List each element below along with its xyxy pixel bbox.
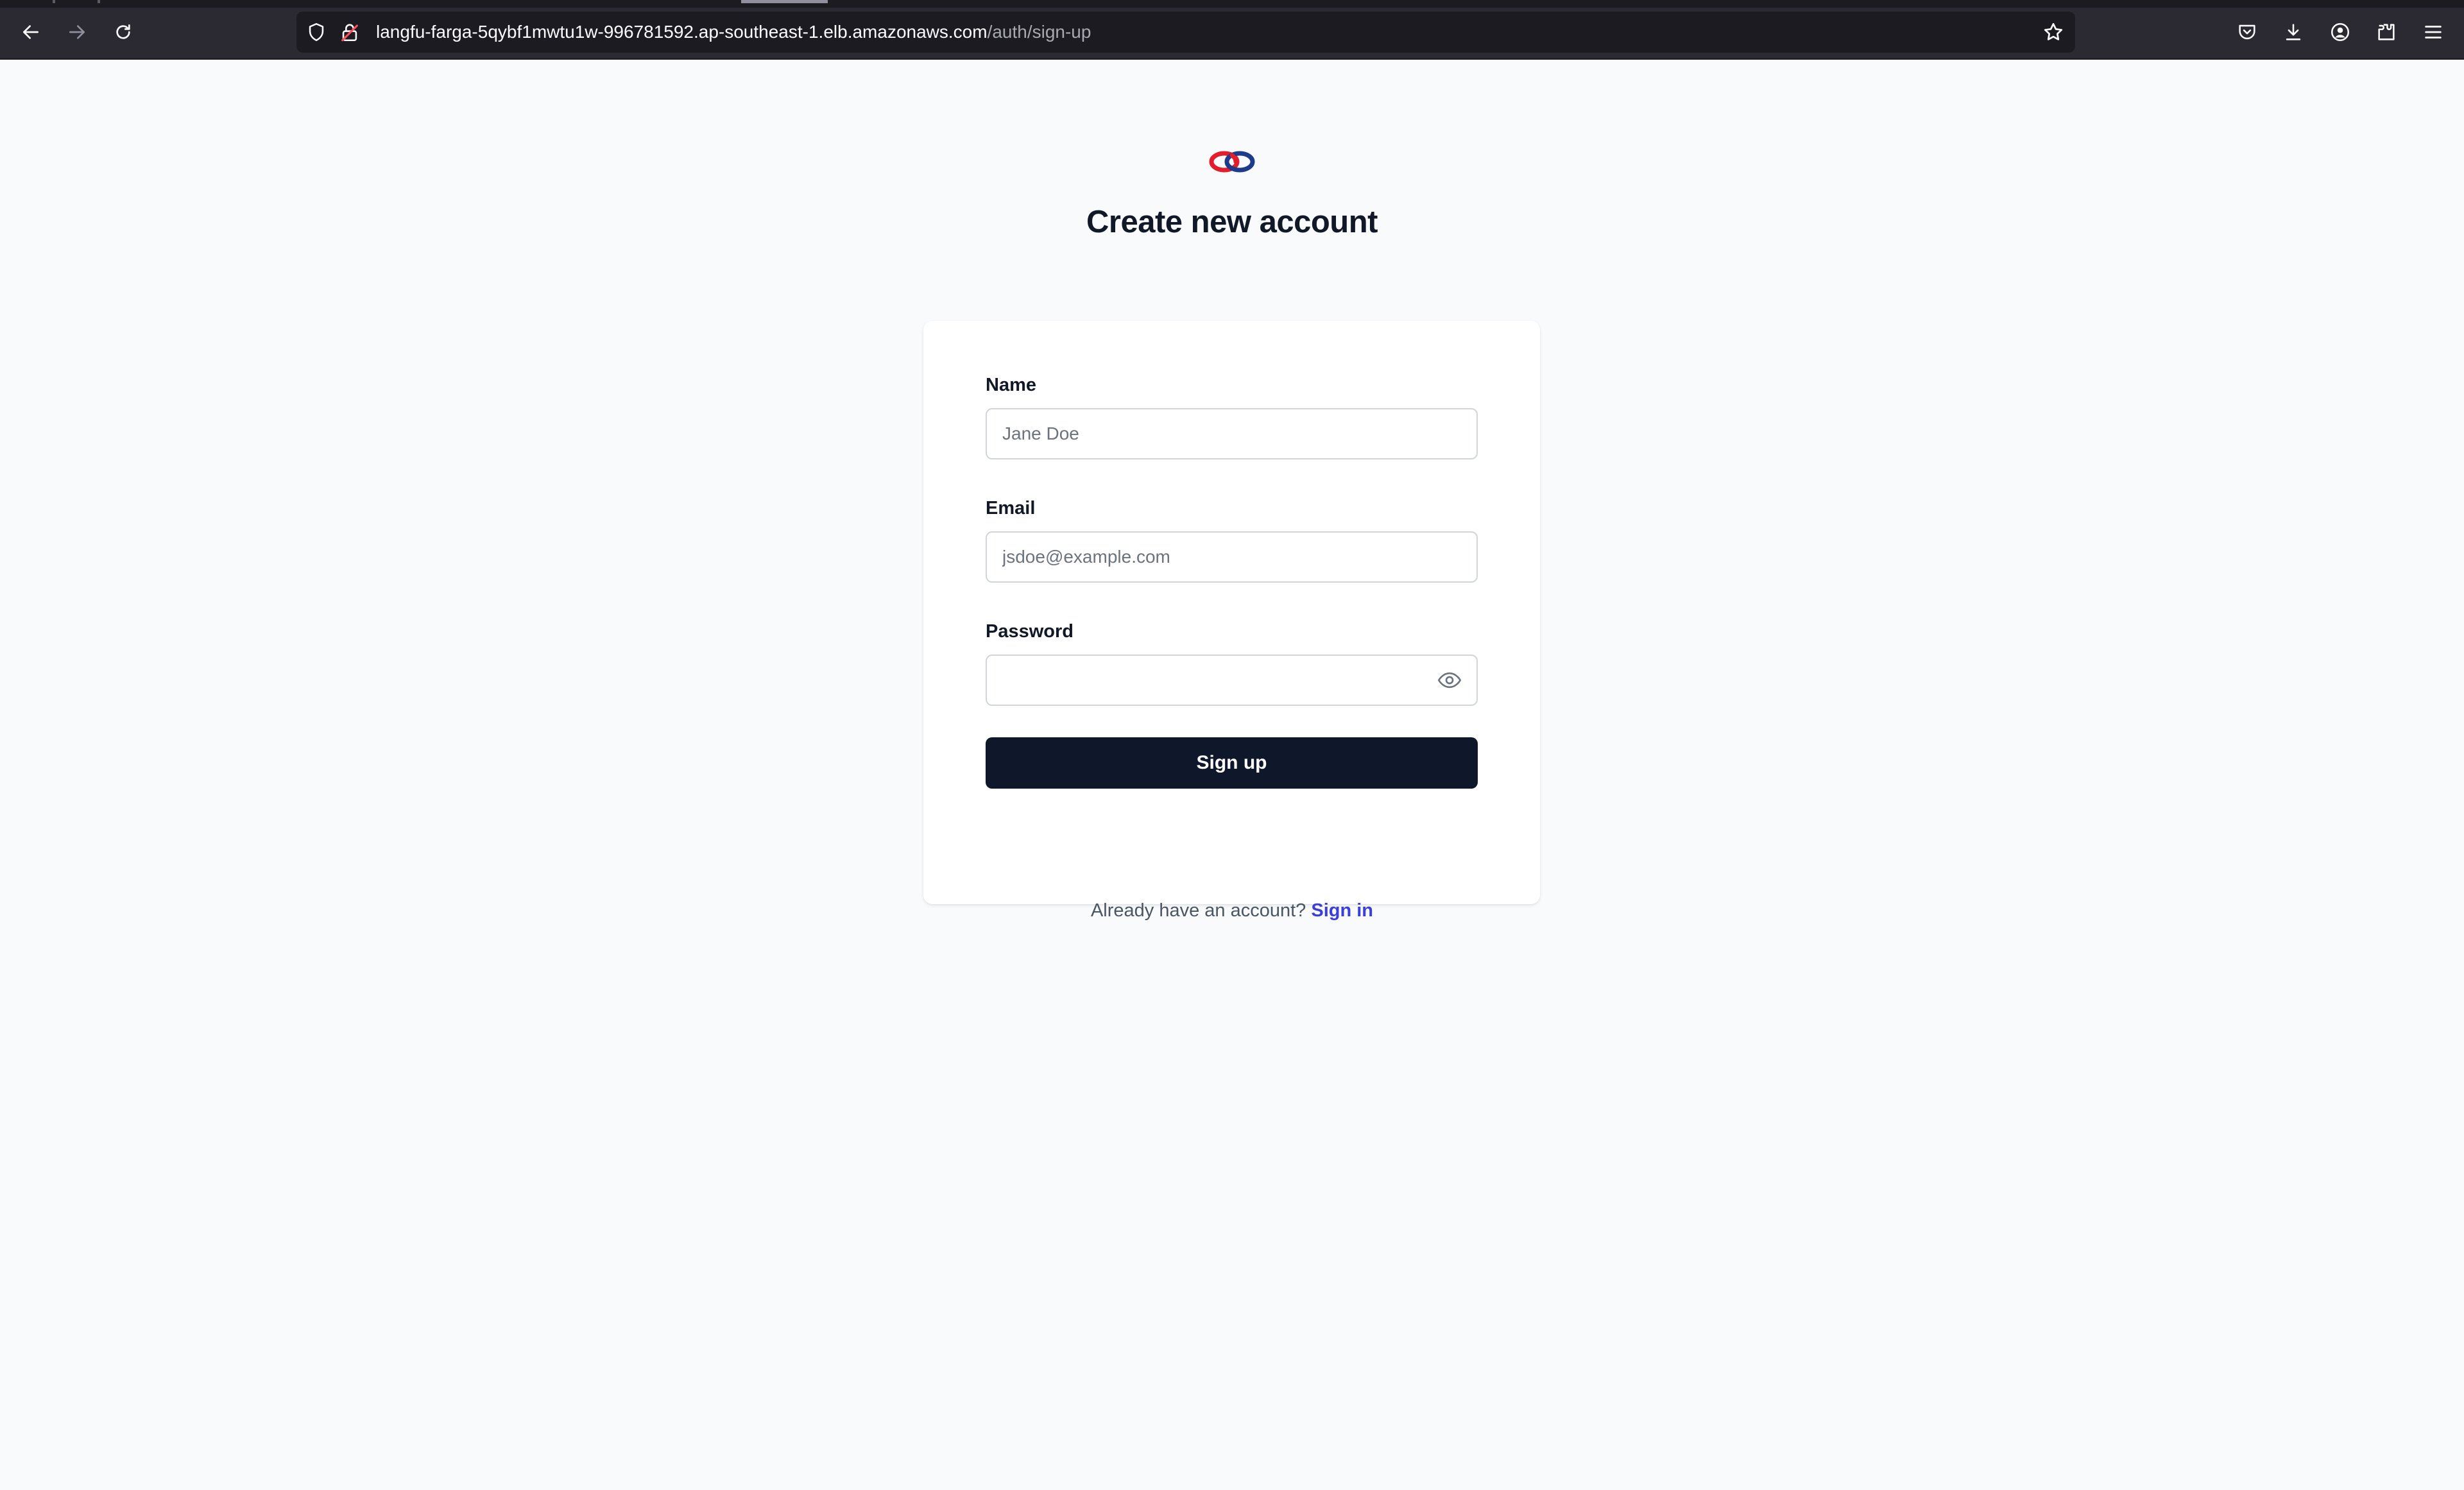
password-input[interactable] bbox=[986, 655, 1478, 706]
url-host: langfu-farga-5qybf1mwtu1w-996781592.ap-s… bbox=[376, 22, 988, 42]
langfuse-logo bbox=[1209, 151, 1255, 173]
email-input[interactable] bbox=[986, 531, 1478, 583]
extensions-icon bbox=[2378, 24, 2395, 40]
account-icon bbox=[2331, 22, 2350, 42]
sign-up-page: Create new account Name Email Password S… bbox=[0, 60, 2464, 1490]
lock-icon[interactable] bbox=[339, 21, 361, 43]
sign-in-prompt: Already have an account? Sign in bbox=[0, 900, 2464, 921]
tab-divider bbox=[98, 0, 100, 3]
back-button[interactable] bbox=[15, 17, 46, 47]
pocket-button[interactable] bbox=[2233, 18, 2261, 46]
extensions-button[interactable] bbox=[2372, 18, 2400, 46]
arrow-left-icon bbox=[23, 25, 38, 39]
password-label: Password bbox=[986, 621, 1074, 642]
tab-strip bbox=[0, 0, 2464, 8]
star-icon[interactable] bbox=[2042, 21, 2065, 44]
account-button[interactable] bbox=[2326, 18, 2354, 46]
page-title: Create new account bbox=[1086, 205, 1378, 239]
sign-up-form-card: Name Email Password Sign up bbox=[923, 321, 1540, 904]
url-text[interactable]: langfu-farga-5qybf1mwtu1w-996781592.ap-s… bbox=[376, 22, 1091, 42]
email-label: Email bbox=[986, 498, 1036, 518]
browser-toolbar: langfu-farga-5qybf1mwtu1w-996781592.ap-s… bbox=[0, 0, 2464, 60]
url-path: /auth/sign-up bbox=[987, 22, 1091, 42]
reload-button[interactable] bbox=[108, 17, 139, 47]
hamburger-menu-icon bbox=[2425, 26, 2442, 39]
sign-up-button[interactable]: Sign up bbox=[986, 737, 1478, 789]
active-tab-indicator bbox=[741, 0, 828, 3]
menu-button[interactable] bbox=[2419, 18, 2447, 46]
downloads-button[interactable] bbox=[2279, 18, 2307, 46]
reload-icon bbox=[116, 24, 130, 39]
name-input[interactable] bbox=[986, 408, 1478, 459]
download-icon bbox=[2286, 24, 2301, 40]
forward-button[interactable] bbox=[62, 17, 92, 47]
arrow-right-icon bbox=[69, 25, 85, 39]
address-bar[interactable]: langfu-farga-5qybf1mwtu1w-996781592.ap-s… bbox=[296, 12, 2075, 53]
sign-in-link[interactable]: Sign in bbox=[1311, 900, 1373, 921]
shield-icon[interactable] bbox=[305, 21, 327, 43]
eye-icon[interactable] bbox=[1437, 667, 1462, 693]
sign-in-prompt-text: Already have an account? bbox=[1090, 900, 1306, 921]
tab-divider bbox=[53, 0, 55, 3]
pocket-icon bbox=[2239, 24, 2255, 40]
name-label: Name bbox=[986, 375, 1036, 395]
